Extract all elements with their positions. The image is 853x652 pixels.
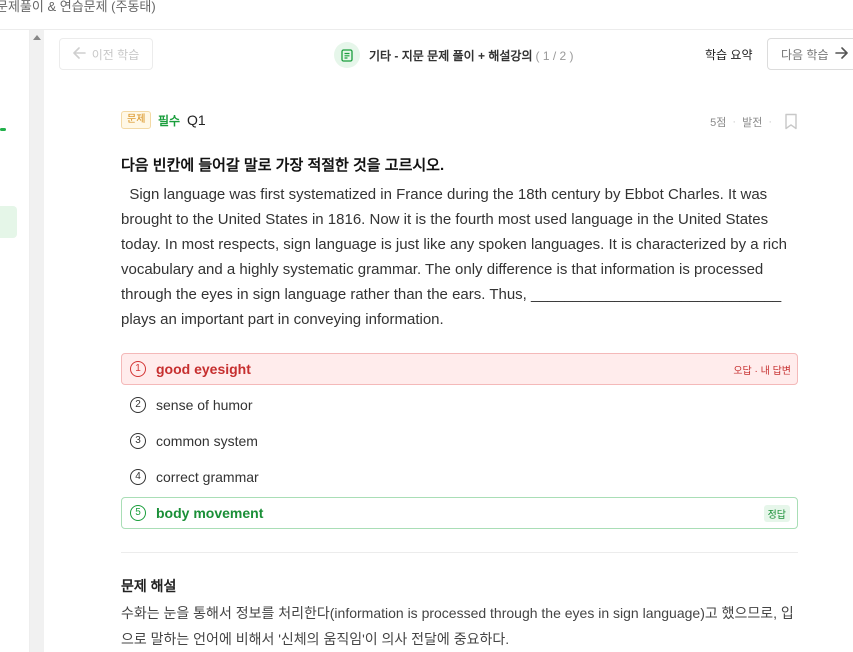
score-label: 5점 (710, 116, 727, 129)
choice-number: 1 (130, 361, 146, 377)
course-title: 문제풀이 & 연습문제 (주동태) (0, 0, 156, 14)
choice-text: body movement (156, 505, 264, 521)
lesson-count: ( 1 / 2 ) (535, 48, 574, 63)
level-label: 발전 (742, 116, 763, 129)
choice-5[interactable]: 5 body movement 정답 (121, 497, 798, 529)
choice-text: common system (156, 433, 258, 449)
choice-text: sense of humor (156, 397, 253, 413)
next-lesson-button[interactable]: 다음 학습 (767, 38, 853, 70)
main-content: 이전 학습 기타 - 지문 문제 풀이 + 해설강의( 1 / 2 ) 학습 요… (44, 30, 853, 652)
wrong-answer-badge: 오답 · 내 답변 (733, 366, 791, 377)
choice-4[interactable]: 4 correct grammar (121, 461, 798, 493)
lesson-title: 기타 - 지문 문제 풀이 + 해설강의( 1 / 2 ) (369, 47, 574, 64)
document-icon (334, 42, 360, 68)
bookmark-icon[interactable] (784, 113, 798, 130)
left-panel (0, 30, 30, 652)
question-prompt: 다음 빈칸에 들어갈 말로 가장 적절한 것을 고르시오. (121, 157, 445, 174)
question-header: 문제 필수 Q1 5점 · 발전 · (121, 111, 798, 135)
choice-3[interactable]: 3 common system (121, 425, 798, 457)
lesson-title-text: 기타 - 지문 문제 풀이 + 해설강의 (369, 48, 533, 63)
choice-1[interactable]: 1 good eyesight 오답 · 내 답변 (121, 353, 798, 385)
section-divider (121, 552, 798, 553)
choice-2[interactable]: 2 sense of humor (121, 389, 798, 421)
choice-number: 2 (130, 397, 146, 413)
explanation-title: 문제 해설 (121, 578, 177, 594)
choice-number: 5 (130, 505, 146, 521)
question-meta: 5점 · 발전 · (710, 113, 798, 130)
answer-choices: 1 good eyesight 오답 · 내 답변 2 sense of hum… (121, 353, 798, 533)
separator-dot: · (732, 115, 737, 128)
arrow-right-icon (834, 46, 848, 62)
arrow-left-icon (72, 46, 86, 62)
progress-marker (0, 128, 6, 131)
choice-text: correct grammar (156, 469, 259, 485)
required-tag: 필수 (158, 114, 181, 128)
explanation-body: 수화는 눈을 통해서 정보를 처리한다(information is proce… (121, 605, 794, 647)
question-type-tag: 문제 (121, 111, 152, 129)
active-item-marker[interactable] (0, 206, 17, 238)
lesson-nav: 이전 학습 기타 - 지문 문제 풀이 + 해설강의( 1 / 2 ) 학습 요… (44, 30, 853, 80)
study-summary-link[interactable]: 학습 요약 (705, 46, 753, 63)
choice-text: good eyesight (156, 361, 251, 377)
prev-lesson-button[interactable]: 이전 학습 (59, 38, 153, 70)
separator-dot: · (768, 115, 772, 128)
prev-lesson-label: 이전 학습 (91, 47, 140, 62)
lesson-title-group: 기타 - 지문 문제 풀이 + 해설강의( 1 / 2 ) (334, 42, 574, 68)
choice-number: 3 (130, 433, 146, 449)
next-lesson-label: 다음 학습 (781, 47, 829, 62)
question-passage: Sign language was first systematized in … (121, 186, 792, 328)
correct-answer-badge: 정답 (763, 505, 790, 522)
question-number: Q1 (187, 112, 206, 128)
top-bar: 문제풀이 & 연습문제 (주동태) (0, 0, 853, 30)
scroll-up-arrow-icon[interactable] (33, 35, 41, 40)
scrollbar[interactable] (30, 30, 44, 652)
choice-number: 4 (130, 469, 146, 485)
